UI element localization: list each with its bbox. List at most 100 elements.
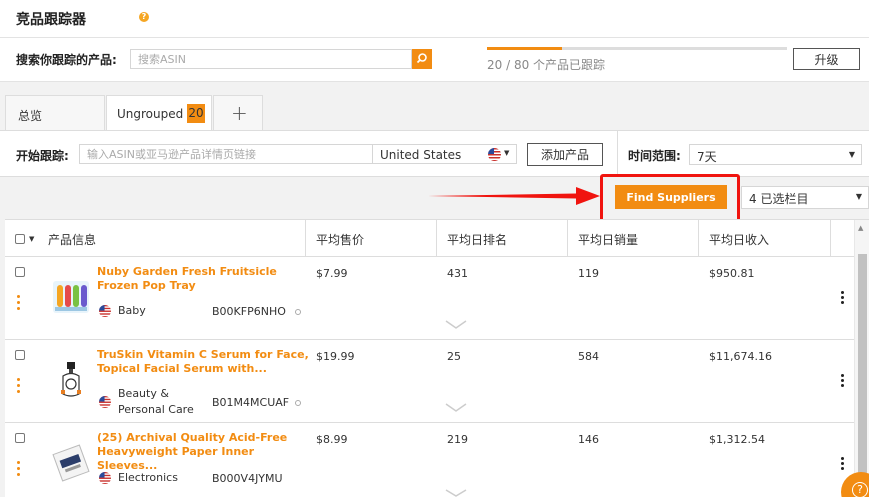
tab-ungrouped-label: Ungrouped [117, 107, 184, 121]
chevron-down-icon[interactable] [445, 489, 467, 497]
time-range-label: 时间范围: [628, 149, 681, 163]
header-avg-sales[interactable]: 平均日销量 [568, 220, 699, 257]
tab-add-group[interactable]: + [213, 95, 263, 130]
quota-progress-fill [487, 47, 562, 50]
search-button[interactable] [412, 49, 432, 69]
us-flag-icon [99, 305, 111, 317]
time-range-select[interactable]: 7天 ▼ [689, 144, 862, 165]
product-thumbnail[interactable] [51, 360, 91, 400]
avg-revenue: $950.81 [709, 267, 755, 280]
country-select[interactable]: United States ▼ [373, 144, 517, 164]
product-thumbnail[interactable] [51, 443, 91, 483]
product-category: Baby [118, 304, 146, 317]
asin-url-input[interactable] [80, 145, 372, 163]
row-checkbox[interactable] [15, 433, 25, 443]
caret-down-icon: ▼ [848, 150, 855, 159]
search-label: 搜索你跟踪的产品: [16, 53, 117, 67]
header-label: 平均日销量 [578, 233, 639, 247]
product-title-link[interactable]: TruSkin Vitamin C Serum for Face, Topica… [97, 348, 315, 376]
product-thumbnail[interactable] [51, 277, 91, 317]
chevron-down-icon[interactable] [445, 403, 467, 413]
us-flag-icon [99, 472, 111, 484]
select-all-checkbox[interactable] [15, 234, 25, 244]
add-product-button[interactable]: 添加产品 [527, 143, 603, 166]
product-category: Electronics [118, 471, 178, 484]
info-icon[interactable] [295, 400, 301, 406]
row-menu-icon[interactable] [17, 378, 20, 396]
chevron-down-icon[interactable] [445, 320, 467, 330]
avg-rank: 219 [447, 433, 468, 446]
columns-select[interactable]: 4 已选栏目 ▼ [741, 186, 869, 209]
product-title-link[interactable]: (25) Archival Quality Acid-Free Heavywei… [97, 431, 315, 473]
question-icon: ? [852, 482, 868, 497]
find-suppliers-button[interactable]: Find Suppliers [615, 185, 727, 209]
table-scrollbar[interactable]: ▲ [854, 220, 869, 497]
page-title: 竞品跟踪器 [16, 12, 86, 28]
avg-rank: 25 [447, 350, 461, 363]
product-title-link[interactable]: Nuby Garden Fresh Fruitsicle Frozen Pop … [97, 265, 315, 293]
product-asin: B000V4JYMU [212, 472, 283, 485]
columns-selected-value: 4 已选栏目 [749, 192, 809, 206]
table-header: ▼ 产品信息 平均售价 平均日排名 平均日销量 平均日收入 [5, 220, 869, 257]
avg-price: $19.99 [316, 350, 355, 363]
table-row: TruSkin Vitamin C Serum for Face, Topica… [5, 340, 854, 423]
more-options-icon[interactable] [841, 291, 844, 306]
us-flag-icon [488, 148, 501, 161]
help-icon[interactable]: ? [139, 12, 149, 22]
caret-down-icon: ▼ [855, 192, 862, 201]
time-range-value: 7天 [697, 150, 717, 164]
header-label: 产品信息 [48, 233, 97, 247]
more-options-icon[interactable] [841, 374, 844, 389]
header-product-info: ▼ 产品信息 [5, 220, 306, 257]
search-icon [416, 53, 427, 64]
table-row: (25) Archival Quality Acid-Free Heavywei… [5, 423, 854, 497]
product-table: ▼ 产品信息 平均售价 平均日排名 平均日销量 平均日收入 Nuby Garde… [5, 219, 869, 497]
tab-overview-label: 总览 [18, 109, 43, 123]
header-avg-rank[interactable]: 平均日排名 [437, 220, 568, 257]
tab-ungrouped-badge: 20 [187, 104, 205, 123]
upgrade-button[interactable]: 升级 [793, 48, 860, 70]
avg-revenue: $11,674.16 [709, 350, 772, 363]
track-panel: 开始跟踪: United States ▼ 添加产品 时间范围: 7天 ▼ [0, 130, 869, 177]
caret-down-icon[interactable]: ▼ [29, 235, 34, 243]
header-avg-revenue[interactable]: 平均日收入 [699, 220, 831, 257]
search-box[interactable] [130, 49, 412, 69]
plus-icon: + [231, 101, 248, 125]
avg-price: $8.99 [316, 433, 348, 446]
top-panel: 竞品跟踪器 ? 搜索你跟踪的产品: 20 / 80 个产品已跟踪 升级 [0, 0, 869, 82]
track-input-box[interactable] [79, 144, 373, 164]
quota-progress-bar [487, 47, 787, 50]
row-menu-icon[interactable] [17, 461, 20, 479]
scrollbar-thumb[interactable] [858, 254, 867, 497]
avg-revenue: $1,312.54 [709, 433, 765, 446]
table-row: Nuby Garden Fresh Fruitsicle Frozen Pop … [5, 257, 854, 340]
info-icon[interactable] [295, 309, 301, 315]
avg-sales: 119 [578, 267, 599, 280]
avg-price: $7.99 [316, 267, 348, 280]
country-name: United States [380, 148, 462, 162]
avg-sales: 146 [578, 433, 599, 446]
product-asin: B01M4MCUAF [212, 396, 290, 409]
avg-sales: 584 [578, 350, 599, 363]
search-input[interactable] [131, 50, 411, 68]
row-checkbox[interactable] [15, 350, 25, 360]
avg-rank: 431 [447, 267, 468, 280]
more-options-icon[interactable] [841, 457, 844, 472]
header-label: 平均日收入 [709, 233, 770, 247]
track-label: 开始跟踪: [16, 149, 69, 163]
scroll-up-icon[interactable]: ▲ [858, 224, 863, 232]
panel-divider [617, 131, 618, 177]
header-label: 平均日排名 [447, 233, 508, 247]
row-checkbox[interactable] [15, 267, 25, 277]
caret-down-icon: ▼ [504, 149, 510, 157]
annotation-arrow-icon [428, 187, 600, 205]
header-label: 平均售价 [316, 233, 365, 247]
row-menu-icon[interactable] [17, 295, 20, 313]
product-category: Beauty & Personal Care [118, 387, 194, 416]
product-asin: B00KFP6NHO [212, 305, 286, 318]
header-avg-price[interactable]: 平均售价 [306, 220, 437, 257]
quota-text: 20 / 80 个产品已跟踪 [487, 58, 606, 72]
title-divider [0, 37, 869, 38]
tab-overview[interactable]: 总览 [5, 95, 105, 130]
tab-ungrouped[interactable]: Ungrouped 20 [106, 95, 212, 131]
